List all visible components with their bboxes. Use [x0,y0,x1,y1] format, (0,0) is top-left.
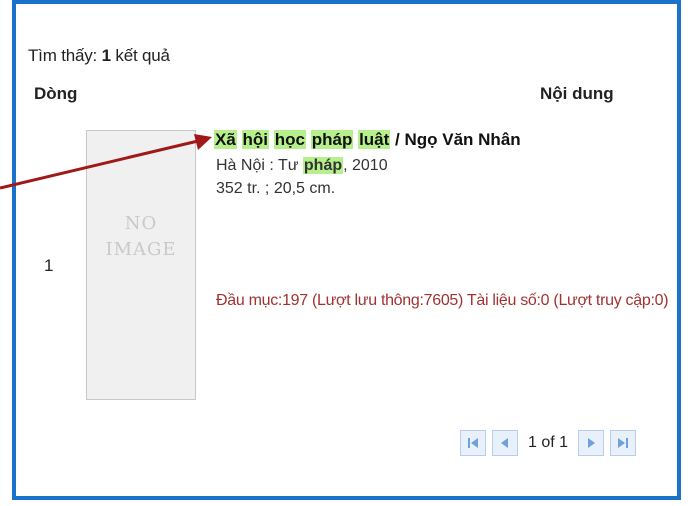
next-page-icon [588,438,596,448]
publication-info: Hà Nội : Tư pháp, 2010 [216,157,388,175]
physical-description: 352 tr. ; 20,5 cm. [216,180,336,197]
publication-highlight: pháp [302,157,344,174]
pagination: 1 of 1 [460,430,637,456]
title-word: Xã [214,130,237,149]
found-suffix: kết quả [115,46,170,65]
last-page-icon [618,438,629,448]
last-page-button[interactable] [610,430,637,456]
title-word: luật [358,130,391,149]
next-page-button[interactable] [578,430,605,456]
row-index: 1 [44,256,54,275]
prev-page-button[interactable] [492,430,518,456]
page-info: 1 of 1 [528,434,569,451]
no-image-line2: IMAGE [105,239,177,260]
result-count: Tìm thấy: 1 kết quả [28,46,170,66]
circulation-stats: Đầu mục:197 (Lượt lưu thông:7605) Tài li… [216,292,669,309]
found-label: Tìm thấy: [28,46,98,65]
title-word: hội [241,130,270,149]
book-thumbnail[interactable]: NO IMAGE [86,130,196,400]
title-separator: / [390,130,405,149]
no-image-line1: NO [124,213,158,234]
no-image-placeholder: NO IMAGE [87,211,195,263]
first-page-icon [468,438,478,448]
found-count: 1 [101,46,111,65]
title-word: học [273,130,306,149]
book-title-link[interactable]: Xã hội học pháp luật / Ngọ Văn Nhân [214,130,521,150]
publication-year: , 2010 [343,157,388,174]
column-header-row: Dòng [34,84,78,103]
publication-place: Hà Nội : Tư [216,157,303,174]
first-page-button[interactable] [460,430,486,456]
author-name: Ngọ Văn Nhân [404,130,521,149]
title-word: pháp [310,130,354,149]
column-header-content: Nội dung [540,84,614,103]
prev-page-icon [501,438,508,448]
